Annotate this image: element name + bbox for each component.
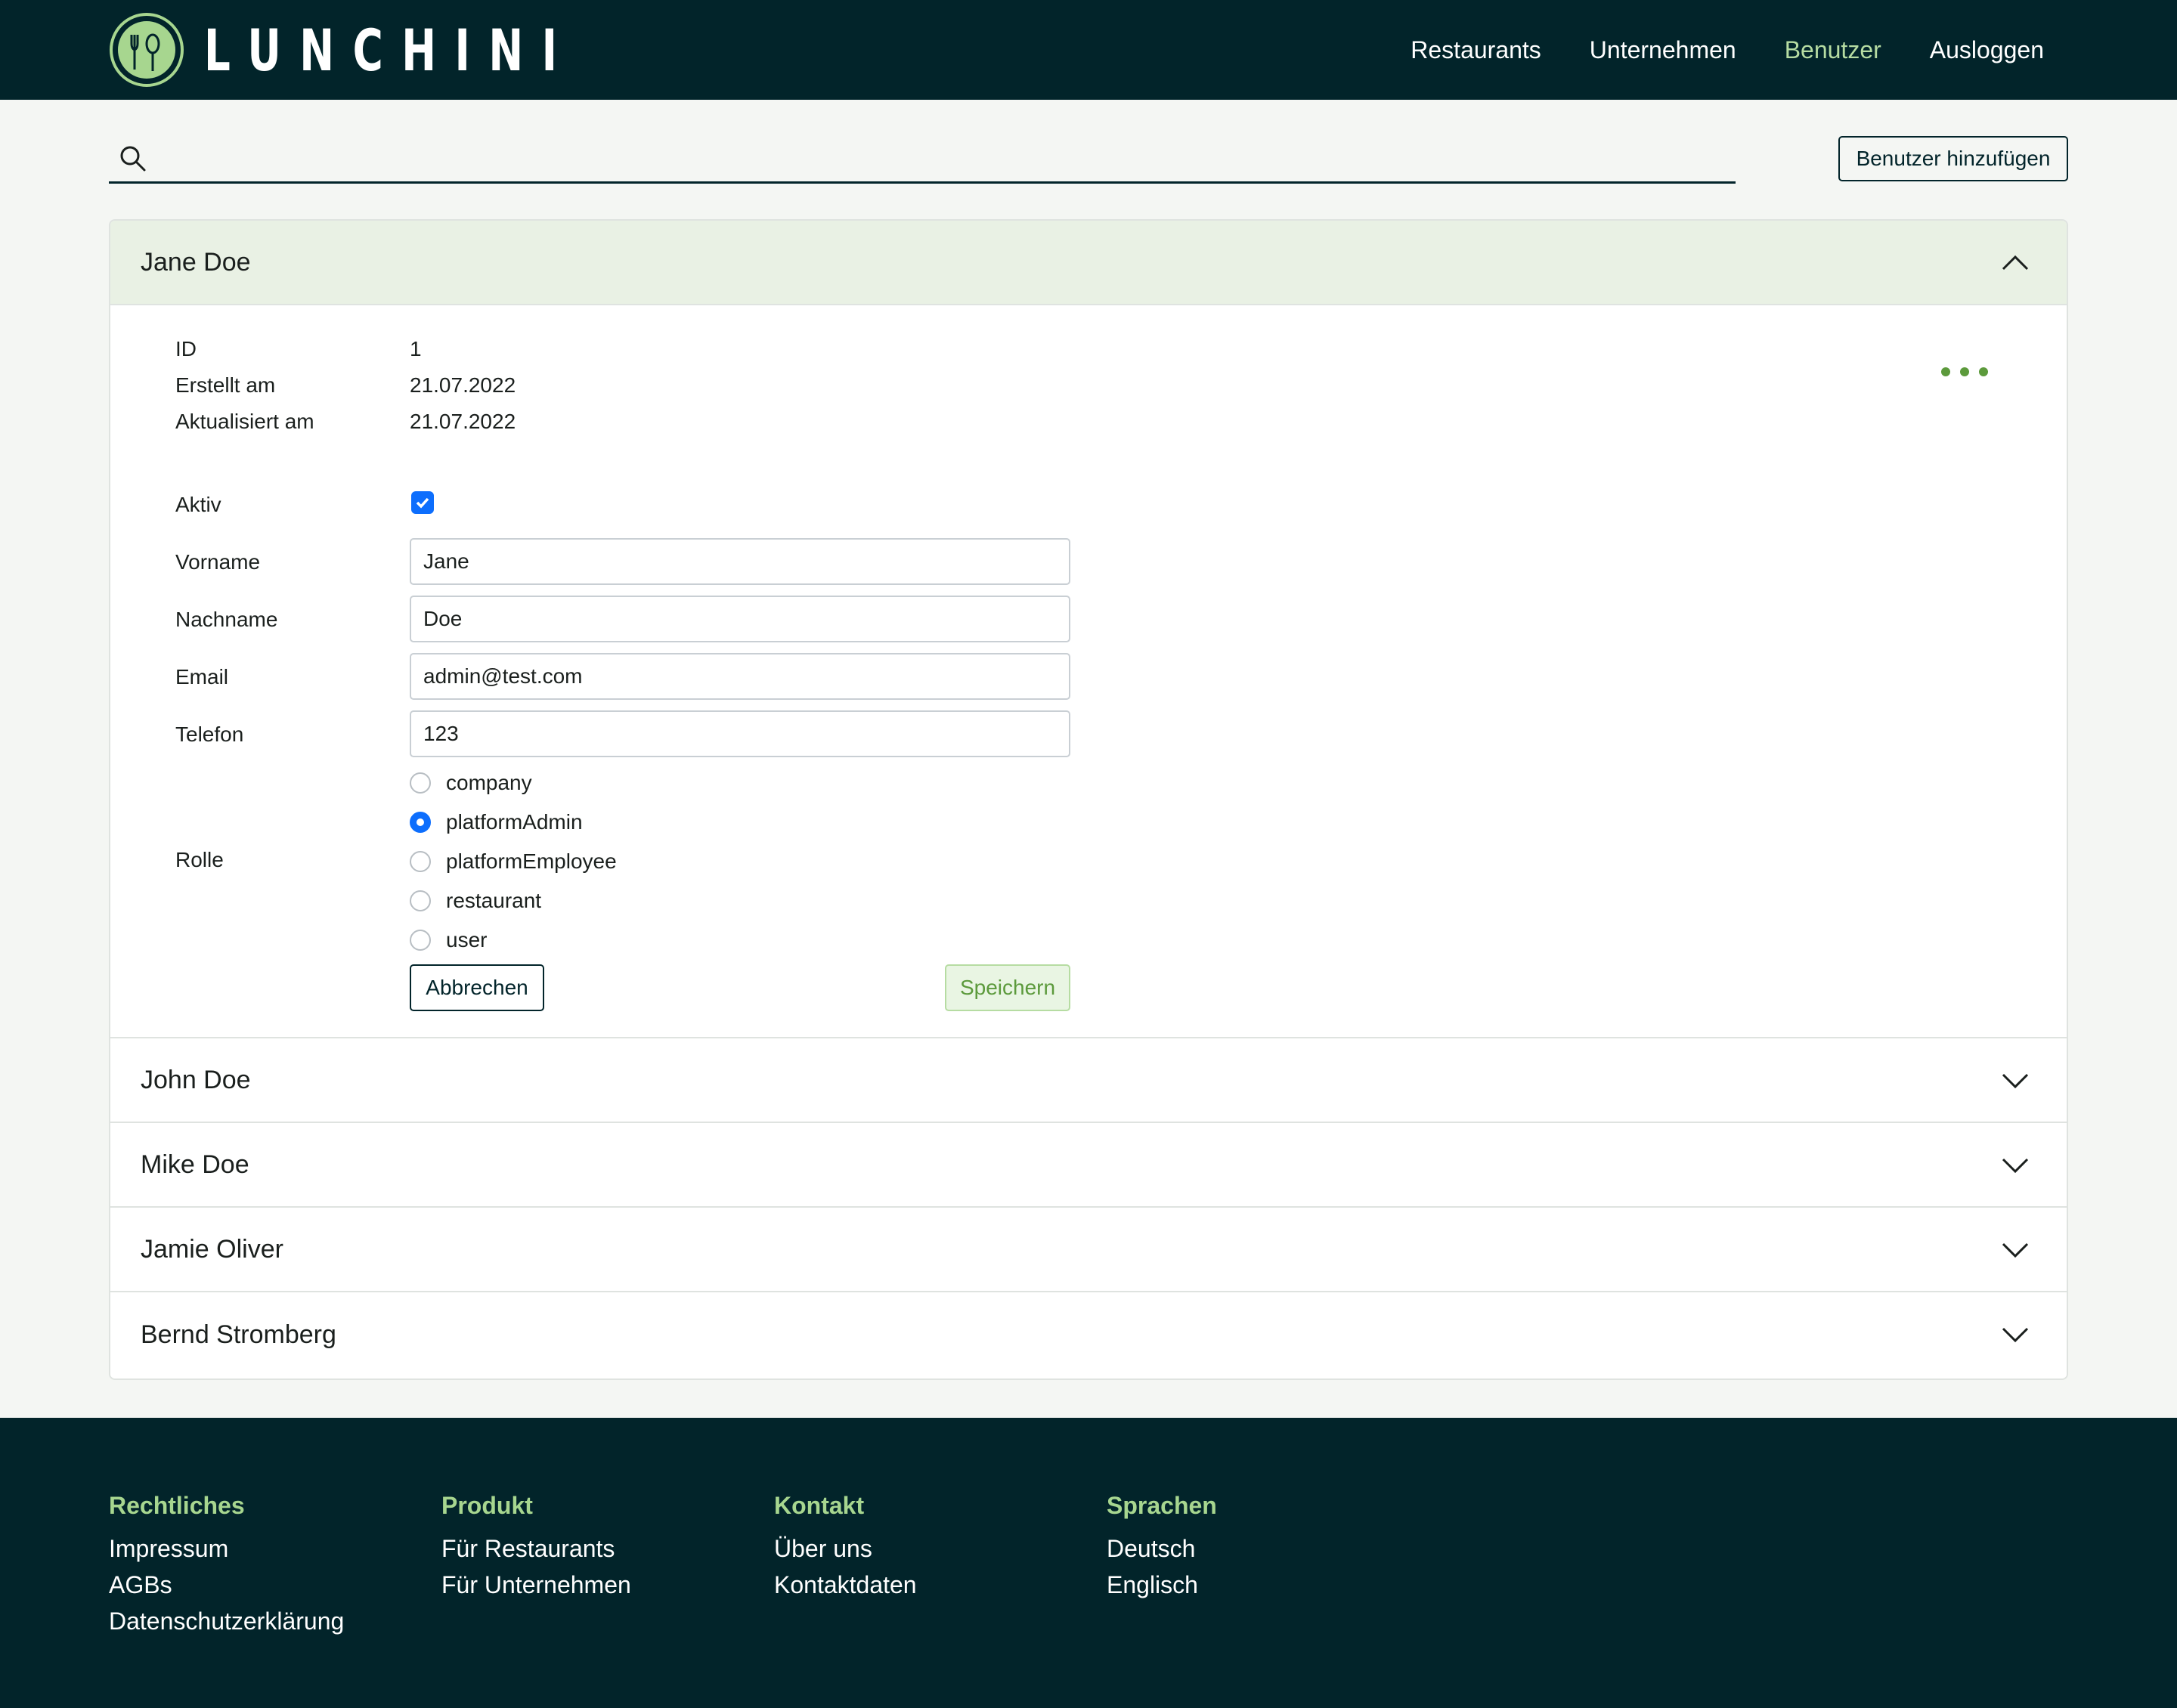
top-navbar: LUNCHINI Restaurants Unternehmen Benutze… bbox=[0, 0, 2177, 100]
main-nav: Restaurants Unternehmen Benutzer Auslogg… bbox=[1362, 0, 2044, 100]
user-header-john-doe[interactable]: John Doe bbox=[110, 1038, 2067, 1123]
nav-benutzer[interactable]: Benutzer bbox=[1785, 36, 1881, 64]
phone-label: Telefon bbox=[175, 722, 244, 746]
chevron-down-icon[interactable] bbox=[2000, 1320, 2030, 1350]
checkmark-icon bbox=[416, 497, 429, 509]
radio-button[interactable] bbox=[410, 851, 431, 872]
user-header-jane-doe[interactable]: Jane Doe bbox=[110, 221, 2067, 305]
footer-col-product: Produkt Für Restaurants Für Unternehmen bbox=[441, 1492, 631, 1603]
user-name: Jane Doe bbox=[141, 247, 251, 277]
user-name: John Doe bbox=[141, 1065, 251, 1094]
radio-button[interactable] bbox=[410, 930, 431, 951]
radio-button[interactable] bbox=[410, 772, 431, 794]
role-option-restaurant[interactable]: restaurant bbox=[410, 881, 541, 921]
meta-created-value: 21.07.2022 bbox=[410, 373, 516, 397]
user-header-jamie-oliver[interactable]: Jamie Oliver bbox=[110, 1208, 2067, 1292]
chevron-up-icon[interactable] bbox=[2000, 248, 2030, 278]
footer-link-about[interactable]: Über uns bbox=[774, 1530, 917, 1567]
lastname-input[interactable] bbox=[410, 596, 1070, 642]
footer-col-title: Produkt bbox=[441, 1492, 533, 1519]
footer-link-privacy[interactable]: Datenschutzerklärung bbox=[109, 1603, 344, 1639]
brand-name: LUNCHINI bbox=[204, 16, 576, 84]
role-option-label: restaurant bbox=[446, 889, 542, 912]
meta-updated-value: 21.07.2022 bbox=[410, 410, 516, 433]
footer-col-contact: Kontakt Über uns Kontaktdaten bbox=[774, 1492, 917, 1603]
role-option-label: user bbox=[446, 928, 488, 951]
user-header-mike-doe[interactable]: Mike Doe bbox=[110, 1123, 2067, 1208]
search-bar bbox=[109, 136, 1736, 184]
meta-id-value: 1 bbox=[410, 337, 422, 360]
role-option-company[interactable]: company bbox=[410, 763, 532, 803]
radio-button-selected[interactable] bbox=[410, 812, 431, 833]
chevron-down-icon[interactable] bbox=[2000, 1066, 2030, 1096]
brand-logo[interactable]: LUNCHINI bbox=[109, 12, 720, 88]
user-name: Bernd Stromberg bbox=[141, 1320, 336, 1349]
nav-restaurants[interactable]: Restaurants bbox=[1411, 36, 1541, 64]
footer-link-companies[interactable]: Für Unternehmen bbox=[441, 1567, 631, 1603]
footer-link-contact-data[interactable]: Kontaktdaten bbox=[774, 1567, 917, 1603]
email-input[interactable] bbox=[410, 653, 1070, 700]
meta-id-label: ID bbox=[175, 337, 197, 360]
firstname-input[interactable] bbox=[410, 538, 1070, 585]
user-detail-panel: ID 1 Erstellt am 21.07.2022 Aktualisiert… bbox=[110, 305, 2067, 1038]
footer-link-german[interactable]: Deutsch bbox=[1107, 1530, 1217, 1567]
role-label: Rolle bbox=[175, 848, 224, 871]
more-dots-icon[interactable] bbox=[1938, 364, 1991, 379]
role-option-platformadmin[interactable]: platformAdmin bbox=[410, 803, 583, 842]
firstname-label: Vorname bbox=[175, 550, 261, 574]
active-checkbox[interactable] bbox=[411, 491, 434, 514]
user-header-bernd-stromberg[interactable]: Bernd Stromberg bbox=[110, 1292, 2067, 1377]
footer-col-languages: Sprachen Deutsch Englisch bbox=[1107, 1492, 1217, 1603]
user-name: Mike Doe bbox=[141, 1149, 249, 1179]
user-accordion: Jane Doe ID 1 Erstellt am 21.07.2022 Akt… bbox=[109, 219, 2068, 1380]
radio-button[interactable] bbox=[410, 890, 431, 911]
active-label: Aktiv bbox=[175, 493, 221, 516]
nav-unternehmen[interactable]: Unternehmen bbox=[1590, 36, 1736, 64]
footer-link-agbs[interactable]: AGBs bbox=[109, 1567, 344, 1603]
footer-col-legal: Rechtliches Impressum AGBs Datenschutzer… bbox=[109, 1492, 344, 1639]
logo-plate-icon bbox=[110, 13, 184, 87]
footer-link-restaurants[interactable]: Für Restaurants bbox=[441, 1530, 631, 1567]
site-footer: Rechtliches Impressum AGBs Datenschutzer… bbox=[0, 1418, 2177, 1708]
footer-link-impressum[interactable]: Impressum bbox=[109, 1530, 344, 1567]
footer-col-title: Kontakt bbox=[774, 1492, 865, 1519]
cancel-button[interactable]: Abbrechen bbox=[410, 964, 544, 1011]
search-input[interactable] bbox=[159, 139, 1719, 178]
phone-input[interactable] bbox=[410, 710, 1070, 757]
user-name: Jamie Oliver bbox=[141, 1234, 283, 1264]
meta-created-label: Erstellt am bbox=[175, 373, 276, 397]
footer-col-title: Sprachen bbox=[1107, 1492, 1217, 1519]
role-option-label: platformAdmin bbox=[446, 810, 583, 834]
role-option-platformemployee[interactable]: platformEmployee bbox=[410, 842, 617, 881]
footer-link-english[interactable]: Englisch bbox=[1107, 1567, 1217, 1603]
save-button[interactable]: Speichern bbox=[945, 964, 1070, 1011]
footer-col-title: Rechtliches bbox=[109, 1492, 245, 1519]
lastname-label: Nachname bbox=[175, 608, 278, 631]
email-label: Email bbox=[175, 665, 229, 688]
chevron-down-icon[interactable] bbox=[2000, 1235, 2030, 1265]
chevron-down-icon[interactable] bbox=[2000, 1150, 2030, 1180]
role-option-label: platformEmployee bbox=[446, 849, 617, 873]
meta-updated-label: Aktualisiert am bbox=[175, 410, 314, 433]
role-option-user[interactable]: user bbox=[410, 921, 487, 960]
search-icon bbox=[120, 146, 146, 172]
add-user-button[interactable]: Benutzer hinzufügen bbox=[1838, 136, 2068, 181]
role-option-label: company bbox=[446, 771, 532, 794]
nav-ausloggen[interactable]: Ausloggen bbox=[1930, 36, 2044, 64]
